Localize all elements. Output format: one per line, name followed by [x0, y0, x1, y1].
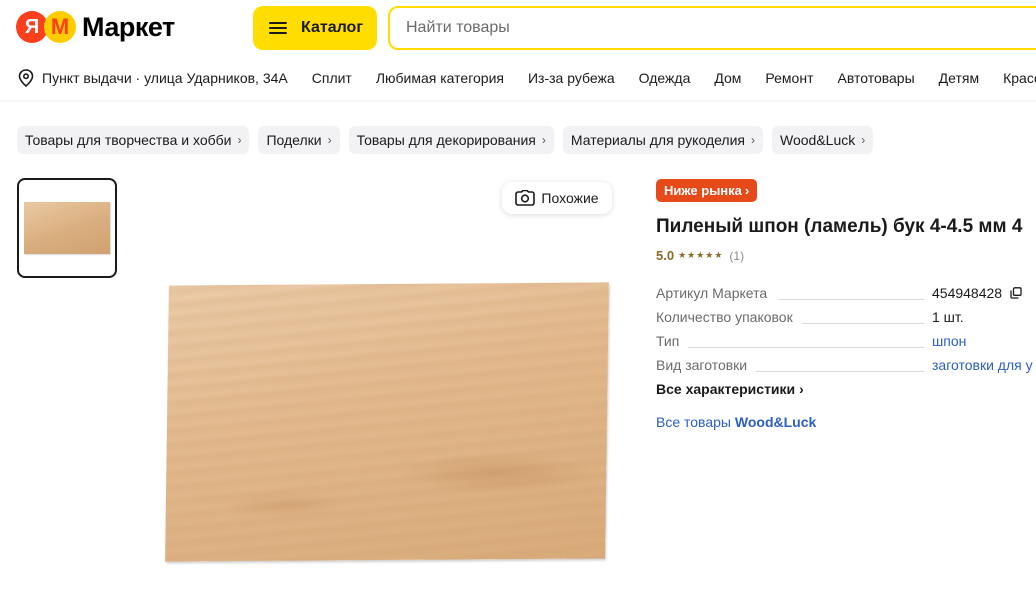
breadcrumb-label: Товары для декорирования: [356, 132, 536, 148]
breadcrumb-label: Товары для творчества и хобби: [25, 132, 232, 148]
below-market-badge[interactable]: Ниже рынка ›: [656, 179, 758, 202]
gallery-thumbnail[interactable]: [17, 178, 117, 278]
nav-item-abroad[interactable]: Из-за рубежа: [528, 70, 615, 86]
chevron-right-icon: ›: [751, 133, 756, 147]
spec-value-link[interactable]: шпон: [932, 333, 966, 349]
breadcrumb-label: Wood&Luck: [780, 132, 856, 148]
rating-value: 5.0: [656, 248, 675, 263]
spec-row-article: Артикул Маркета 454948428: [656, 283, 1036, 307]
nav-item-auto[interactable]: Автотовары: [838, 70, 915, 86]
review-count: (1): [729, 248, 745, 263]
article-number: 454948428: [932, 285, 1003, 301]
spec-label: Вид заготовки: [656, 357, 748, 373]
spec-value-link[interactable]: заготовки для у: [932, 357, 1033, 373]
nav-item-home[interactable]: Дом: [714, 70, 741, 86]
breadcrumb-item[interactable]: Wood&Luck ›: [772, 126, 874, 154]
spec-label: Артикул Маркета: [656, 285, 768, 301]
spec-label: Количество упаковок: [656, 309, 793, 325]
nav-item-kids[interactable]: Детям: [939, 70, 979, 86]
spec-divider: [779, 299, 924, 300]
spec-list: Артикул Маркета 454948428 Количество упа…: [656, 283, 1036, 379]
spec-divider: [802, 323, 924, 324]
chevron-right-icon: ›: [861, 133, 866, 147]
nav-item-split[interactable]: Сплит: [312, 70, 352, 86]
product-rating[interactable]: 5.0 ★★★★★ (1): [656, 248, 744, 263]
chevron-right-icon: ›: [744, 183, 750, 198]
chevron-right-icon: ›: [541, 133, 546, 147]
menu-icon: [269, 21, 287, 35]
brand-name: Wood&Luck: [734, 414, 817, 430]
product-title: Пиленый шпон (ламель) бук 4-4.5 мм 4: [656, 216, 1023, 237]
location-pin-icon: [18, 69, 34, 87]
spec-row-type: Тип шпон: [656, 331, 1036, 355]
spec-divider: [756, 371, 924, 372]
chevron-right-icon: ›: [327, 133, 332, 147]
breadcrumb-item[interactable]: Товары для декорирования ›: [348, 126, 554, 154]
catalog-label: Каталог: [301, 19, 363, 36]
header: Я M Маркет Каталог: [0, 0, 1036, 56]
product-image: [165, 282, 609, 562]
pickup-address: Пункт выдачи · улица Ударников, 34А: [42, 70, 288, 86]
spec-label: Тип: [656, 333, 680, 349]
spec-value: 454948428: [932, 285, 1022, 301]
star-rating-icon: ★★★★★: [678, 250, 724, 260]
breadcrumb-label: Поделки: [266, 132, 322, 148]
camera-search-icon: [515, 190, 536, 206]
spec-divider: [688, 347, 924, 348]
thumbnail-image: [24, 202, 110, 254]
breadcrumb-item[interactable]: Товары для творчества и хобби ›: [17, 126, 250, 154]
nav-item-clothes[interactable]: Одежда: [639, 70, 691, 86]
market-logo-icon: M: [44, 11, 76, 43]
breadcrumb-label: Материалы для рукоделия: [570, 132, 746, 148]
all-characteristics-label: Все характеристики: [656, 381, 796, 397]
breadcrumb-item[interactable]: Материалы для рукоделия ›: [562, 126, 764, 154]
yandex-market-logo[interactable]: Я M Маркет: [16, 11, 175, 43]
chevron-right-icon: ›: [799, 381, 804, 397]
breadcrumb: Товары для творчества и хобби › Поделки › …: [17, 126, 882, 154]
search-box[interactable]: [388, 6, 1036, 50]
spec-row-blank-type: Вид заготовки заготовки для у: [656, 355, 1036, 379]
nav-item-favorite-category[interactable]: Любимая категория: [376, 70, 504, 86]
logo-text: Маркет: [82, 11, 175, 42]
nav-item-beauty[interactable]: Красота: [1003, 70, 1036, 86]
badge-label: Ниже рынка: [664, 183, 742, 198]
chevron-right-icon: ›: [237, 133, 242, 147]
search-input[interactable]: [390, 8, 1036, 48]
nav-item-repair[interactable]: Ремонт: [765, 70, 813, 86]
all-characteristics-link[interactable]: Все характеристики ›: [656, 381, 804, 397]
top-nav: Пункт выдачи · улица Ударников, 34А Спли…: [0, 56, 1036, 100]
spec-row-quantity: Количество упаковок 1 шт.: [656, 307, 1036, 331]
similar-label: Похожие: [541, 190, 599, 206]
breadcrumb-item[interactable]: Поделки ›: [258, 126, 340, 154]
similar-button[interactable]: Похожие: [502, 182, 612, 214]
pickup-point[interactable]: Пункт выдачи · улица Ударников, 34А: [18, 69, 288, 87]
all-goods-label: Все товары: [656, 414, 731, 430]
spec-value: 1 шт.: [932, 309, 964, 325]
nav-divider: [0, 100, 1036, 103]
catalog-button[interactable]: Каталог: [253, 6, 377, 50]
copy-icon[interactable]: [1010, 287, 1022, 299]
all-brand-goods-link[interactable]: Все товары Wood&Luck: [656, 414, 816, 430]
